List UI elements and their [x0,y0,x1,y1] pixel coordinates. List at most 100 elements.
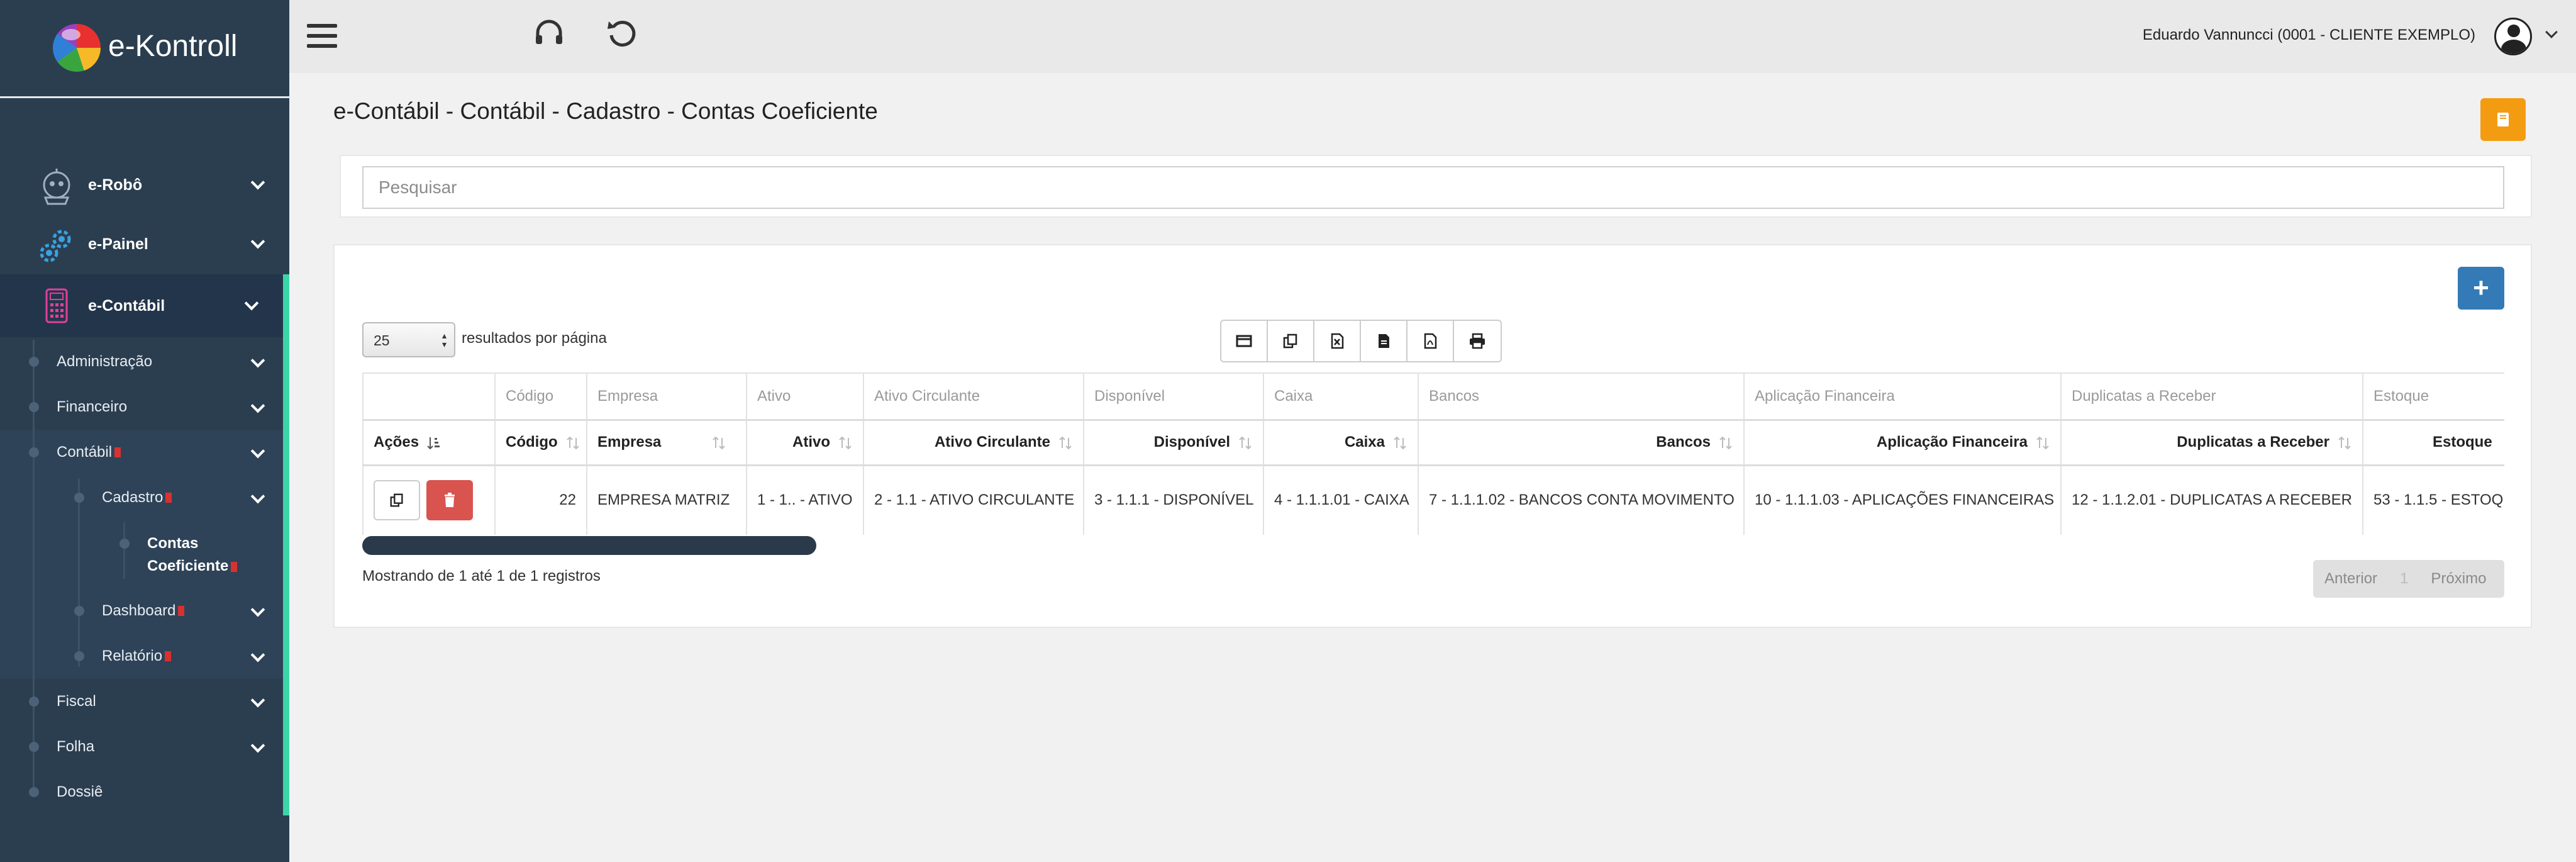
sort-icon [1238,435,1253,451]
nav-dashboard-label: Dashboard [102,602,176,619]
filter-cell[interactable]: Bancos [1418,372,1745,420]
filter-cell[interactable]: Caixa [1263,372,1419,420]
excel-icon [1331,333,1344,349]
chevron-down-icon [250,398,265,413]
nav-fiscal[interactable]: Fiscal [57,679,270,724]
filter-cell[interactable]: Ativo [746,372,864,420]
sort-icon [1392,435,1407,451]
nav-relatorio[interactable]: Relatório [102,634,270,679]
column-header-codigo[interactable]: Código [494,418,587,466]
user-name[interactable]: Eduardo Vannuncci (0001 - CLIENTE EXEMPL… [2143,26,2475,44]
nav-e-contabil[interactable]: e-Contábil [0,274,289,337]
tree-dot [29,447,39,457]
pagination-page-1[interactable]: 1 [2389,570,2419,588]
page-size-label: resultados por página [462,330,607,347]
nav-cadastro[interactable]: Cadastro [102,475,270,520]
topbar: Eduardo Vannuncci (0001 - CLIENTE EXEMPL… [289,0,2576,73]
column-header-ativo[interactable]: Ativo [746,418,864,466]
nav-folha[interactable]: Folha [57,724,270,770]
cell-ativo-circulante: 2 - 1.1 - ATIVO CIRCULANTE [863,464,1084,535]
filter-cell[interactable]: Código [494,372,587,420]
chevron-down-icon [250,693,265,708]
filter-cell[interactable]: Estoque [2362,372,2504,420]
sort-icon [1718,435,1733,451]
chevron-down-icon[interactable] [2545,26,2558,38]
nav-administracao-label: Administração [57,353,153,370]
horizontal-scrollbar[interactable] [362,536,816,555]
actions-cell [362,464,496,535]
sort-icon [1058,435,1073,451]
nav-e-contabil-label: e-Contábil [88,296,165,315]
chevron-down-icon [250,647,265,663]
refresh-icon[interactable] [605,16,639,50]
column-header-aplicacao-financeira[interactable]: Aplicação Financeira [1743,418,2062,466]
nav-e-painel[interactable]: e-Painel [0,214,289,274]
tree-dot [29,787,39,797]
chevron-down-icon [250,234,265,249]
filter-cell[interactable]: Duplicatas a Receber [2060,372,2363,420]
column-header-caixa[interactable]: Caixa [1263,418,1419,466]
column-header-estoque[interactable]: Estoque [2362,418,2504,466]
cell-estoque: 53 - 1.1.5 - ESTOQUE [2362,464,2504,535]
filter-row: Código Empresa Ativo Ativo Circulante Di… [362,372,2504,420]
filter-cell[interactable]: Empresa [586,372,747,420]
robot-icon [43,169,70,205]
sort-icon [426,435,441,451]
nav-dashboard[interactable]: Dashboard [102,588,270,634]
hamburger-menu-icon[interactable] [307,24,337,48]
column-header-acoes[interactable]: Ações [362,418,496,466]
delete-button[interactable] [426,480,473,521]
excel-button[interactable] [1314,321,1361,361]
trash-icon [445,493,455,508]
csv-button[interactable] [1361,321,1407,361]
tree-dot [29,402,39,412]
columns-button[interactable] [1221,321,1268,361]
nav-e-robo[interactable]: e-Robô [0,155,289,215]
nav-e-robo-label: e-Robô [88,176,143,194]
column-header-bancos[interactable]: Bancos [1418,418,1745,466]
chevron-down-icon [244,296,259,311]
column-header-disponivel[interactable]: Disponível [1083,418,1264,466]
column-header-empresa[interactable]: Empresa [586,418,747,466]
page-size-select[interactable]: 25 ▴ ▾ [362,322,455,357]
duplicate-button[interactable] [374,480,420,521]
cell-empresa: EMPRESA MATRIZ [586,464,747,535]
table-row: 22 EMPRESA MATRIZ 1 - 1.. - ATIVO 2 - 1.… [362,464,2504,535]
tree-dot [74,606,84,616]
pagination-previous[interactable]: Anterior [2313,570,2389,588]
nav-fiscal-label: Fiscal [57,693,96,710]
filter-cell[interactable] [362,372,496,420]
help-book-button[interactable] [2480,98,2526,141]
filter-cell[interactable]: Ativo Circulante [863,372,1084,420]
nav-dossie[interactable]: Dossiê [57,770,270,815]
avatar[interactable] [2494,18,2532,55]
file-icon [1379,334,1389,348]
pdf-button[interactable] [1407,321,1454,361]
nav-cadastro-label: Cadastro [102,489,164,506]
sort-icon [711,435,726,451]
tree-dot [74,493,84,503]
nav-contas-coeficiente[interactable]: Contas Coeficiente [147,532,238,578]
chevron-down-icon [250,353,265,368]
nav-financeiro[interactable]: Financeiro [57,384,270,430]
data-table-wrapper: Código Empresa Ativo Ativo Circulante Di… [362,372,2504,535]
cell-aplicacao-financeira: 10 - 1.1.1.03 - APLICAÇÕES FINANCEIRAS [1743,464,2062,535]
copy-button[interactable] [1268,321,1314,361]
column-header-ativo-circulante[interactable]: Ativo Circulante [863,418,1084,466]
page-title: e-Contábil - Contábil - Cadastro - Conta… [333,98,878,124]
add-button[interactable]: + [2458,267,2504,310]
cell-disponivel: 3 - 1.1.1 - DISPONÍVEL [1083,464,1264,535]
search-input[interactable] [362,166,2504,209]
pagination-next[interactable]: Próximo [2419,570,2497,588]
column-header-duplicatas-a-receber[interactable]: Duplicatas a Receber [2060,418,2363,466]
nav-administracao[interactable]: Administração [57,339,270,384]
chevron-down-icon [250,175,265,190]
calculator-icon [45,288,68,323]
logo[interactable]: e-Kontroll [0,0,289,98]
nav-contabil[interactable]: Contábil [57,430,270,475]
book-icon [2497,113,2509,126]
print-button[interactable] [1454,321,1501,361]
headset-icon[interactable] [532,16,566,50]
filter-cell[interactable]: Disponível [1083,372,1264,420]
filter-cell[interactable]: Aplicação Financeira [1743,372,2062,420]
